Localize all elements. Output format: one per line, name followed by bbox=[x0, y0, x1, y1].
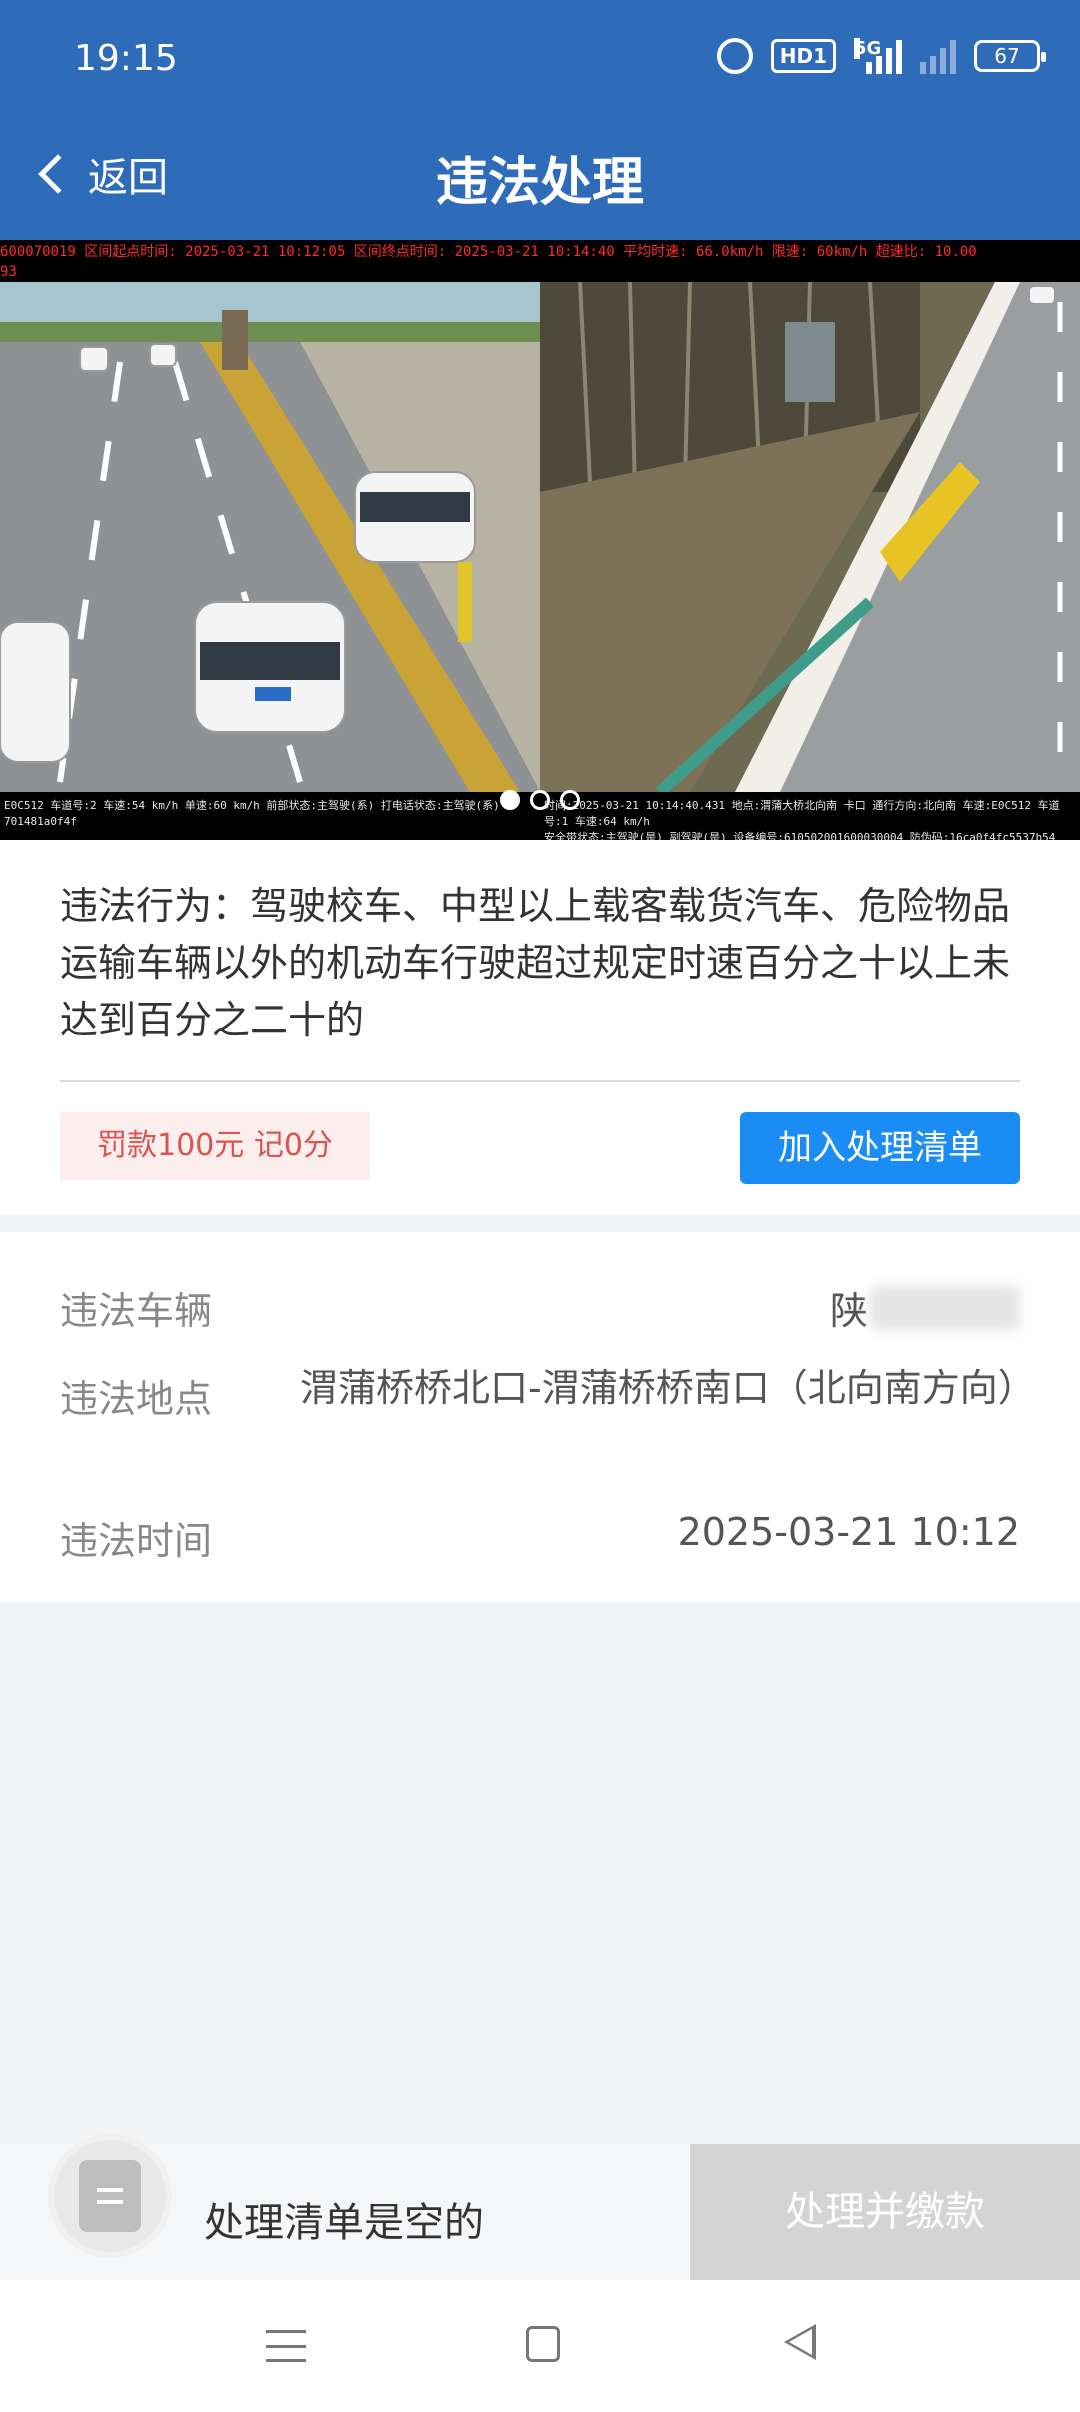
photo-right-road-scene bbox=[540, 282, 1080, 792]
menu-icon[interactable] bbox=[266, 2330, 306, 2362]
violation-card: 违法行为：驾驶校车、中型以上载客载货汽车、危险物品运输车辆以外的机动车行驶超过规… bbox=[0, 840, 1080, 1215]
time-label: 违法时间 bbox=[60, 1519, 213, 1563]
photo-caption-top-line1: 600070019 区间起点时间: 2025-03-21 10:12:05 区间… bbox=[0, 244, 977, 260]
carousel-indicator bbox=[0, 790, 1080, 810]
time-value: 2025-03-21 10:12 bbox=[677, 1510, 1020, 1554]
location-value: 渭蒲桥桥北口-渭蒲桥桥南口（北向南方向） bbox=[300, 1366, 1036, 1410]
home-icon[interactable] bbox=[526, 2326, 560, 2362]
road-scene-image bbox=[0, 282, 540, 792]
status-icons: HD1 5G 67 bbox=[716, 38, 1046, 74]
vehicle-plate-prefix: 陕 bbox=[829, 1289, 868, 1333]
location-label: 违法地点 bbox=[60, 1377, 213, 1421]
fine-badge: 罚款100元 记0分 bbox=[60, 1112, 370, 1180]
status-time: 19:15 bbox=[74, 38, 178, 79]
process-and-pay-button[interactable]: 处理并缴款 bbox=[690, 2144, 1080, 2280]
vehicle-plate: 陕 bbox=[830, 1280, 1020, 1335]
system-nav-bar bbox=[0, 2280, 1080, 2412]
add-to-list-button[interactable]: 加入处理清单 bbox=[740, 1112, 1020, 1184]
carousel-dot-1[interactable] bbox=[500, 790, 520, 810]
list-icon bbox=[79, 2160, 141, 2232]
photo-left-road-scene bbox=[0, 282, 540, 792]
violation-photo-carousel[interactable]: 600070019 区间起点时间: 2025-03-21 10:12:05 区间… bbox=[0, 240, 1080, 840]
signal-secondary-icon bbox=[920, 38, 956, 74]
violation-details-card: 违法车辆 陕 违法地点 渭蒲桥桥北口-渭蒲桥桥南口（北向南方向） 违法时间 20… bbox=[0, 1232, 1080, 1602]
alarm-icon bbox=[716, 38, 753, 74]
hd-icon: HD1 bbox=[770, 39, 836, 73]
carousel-dot-2[interactable] bbox=[530, 790, 550, 810]
carousel-dot-3[interactable] bbox=[560, 790, 580, 810]
vehicle-label: 违法车辆 bbox=[60, 1289, 213, 1333]
caption-bottom-right-line2: 安全带状态:主驾驶(是) 副驾驶(是) 设备编号:610502001600030… bbox=[544, 831, 1056, 840]
photo-caption-top-line2: 93 bbox=[0, 264, 17, 280]
back-icon[interactable] bbox=[784, 2324, 816, 2360]
app-screen: 19:15 HD1 5G 67 返回 违法处理 600070019 区间起点时间… bbox=[0, 0, 1080, 2412]
battery-icon: 67 bbox=[974, 40, 1046, 72]
processing-list-button[interactable] bbox=[48, 2134, 172, 2258]
signal-icon: 5G bbox=[854, 38, 902, 74]
page-title: 违法处理 bbox=[435, 153, 644, 213]
empty-list-label: 处理清单是空的 bbox=[204, 2200, 484, 2246]
caption-bottom-left-line2: 701481a0f4f bbox=[4, 815, 77, 828]
network-type-label: 5G bbox=[854, 38, 882, 59]
violation-behavior-text: 违法行为：驾驶校车、中型以上载客载货汽车、危险物品运输车辆以外的机动车行驶超过规… bbox=[60, 884, 1011, 1042]
plate-redaction bbox=[870, 1285, 1020, 1330]
header-bar: 19:15 HD1 5G 67 返回 违法处理 bbox=[0, 0, 1080, 240]
highway-scene-image bbox=[540, 282, 1080, 792]
divider bbox=[60, 1080, 1020, 1082]
photo-caption-top: 600070019 区间起点时间: 2025-03-21 10:12:05 区间… bbox=[0, 240, 1080, 282]
